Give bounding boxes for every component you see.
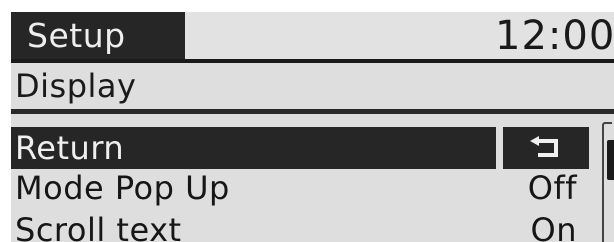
return-arrow-icon [530,136,558,157]
menu-item-label: Mode Pop Up [15,169,230,207]
header-divider [11,59,614,63]
menu-item-value: Off [527,169,577,207]
menu-item-value: On [530,211,577,242]
display-screen: Setup 12:00 Display Return Mode Pop Up O… [11,12,614,242]
scrollbar-thumb[interactable] [607,140,614,180]
menu-item-mode-pop-up[interactable]: Mode Pop Up Off [11,167,591,209]
section-title: Display [15,67,137,105]
section-divider [11,109,614,114]
return-button[interactable] [503,127,589,169]
menu-item-return[interactable]: Return [11,127,591,169]
menu-item-label: Scroll text [15,211,182,242]
clock: 12:00 [495,13,614,59]
menu-title: Setup [11,12,185,59]
header-bar: Setup 12:00 [11,12,614,59]
menu-item-label: Return [15,129,125,167]
menu-item-scroll-text[interactable]: Scroll text On [11,209,591,242]
